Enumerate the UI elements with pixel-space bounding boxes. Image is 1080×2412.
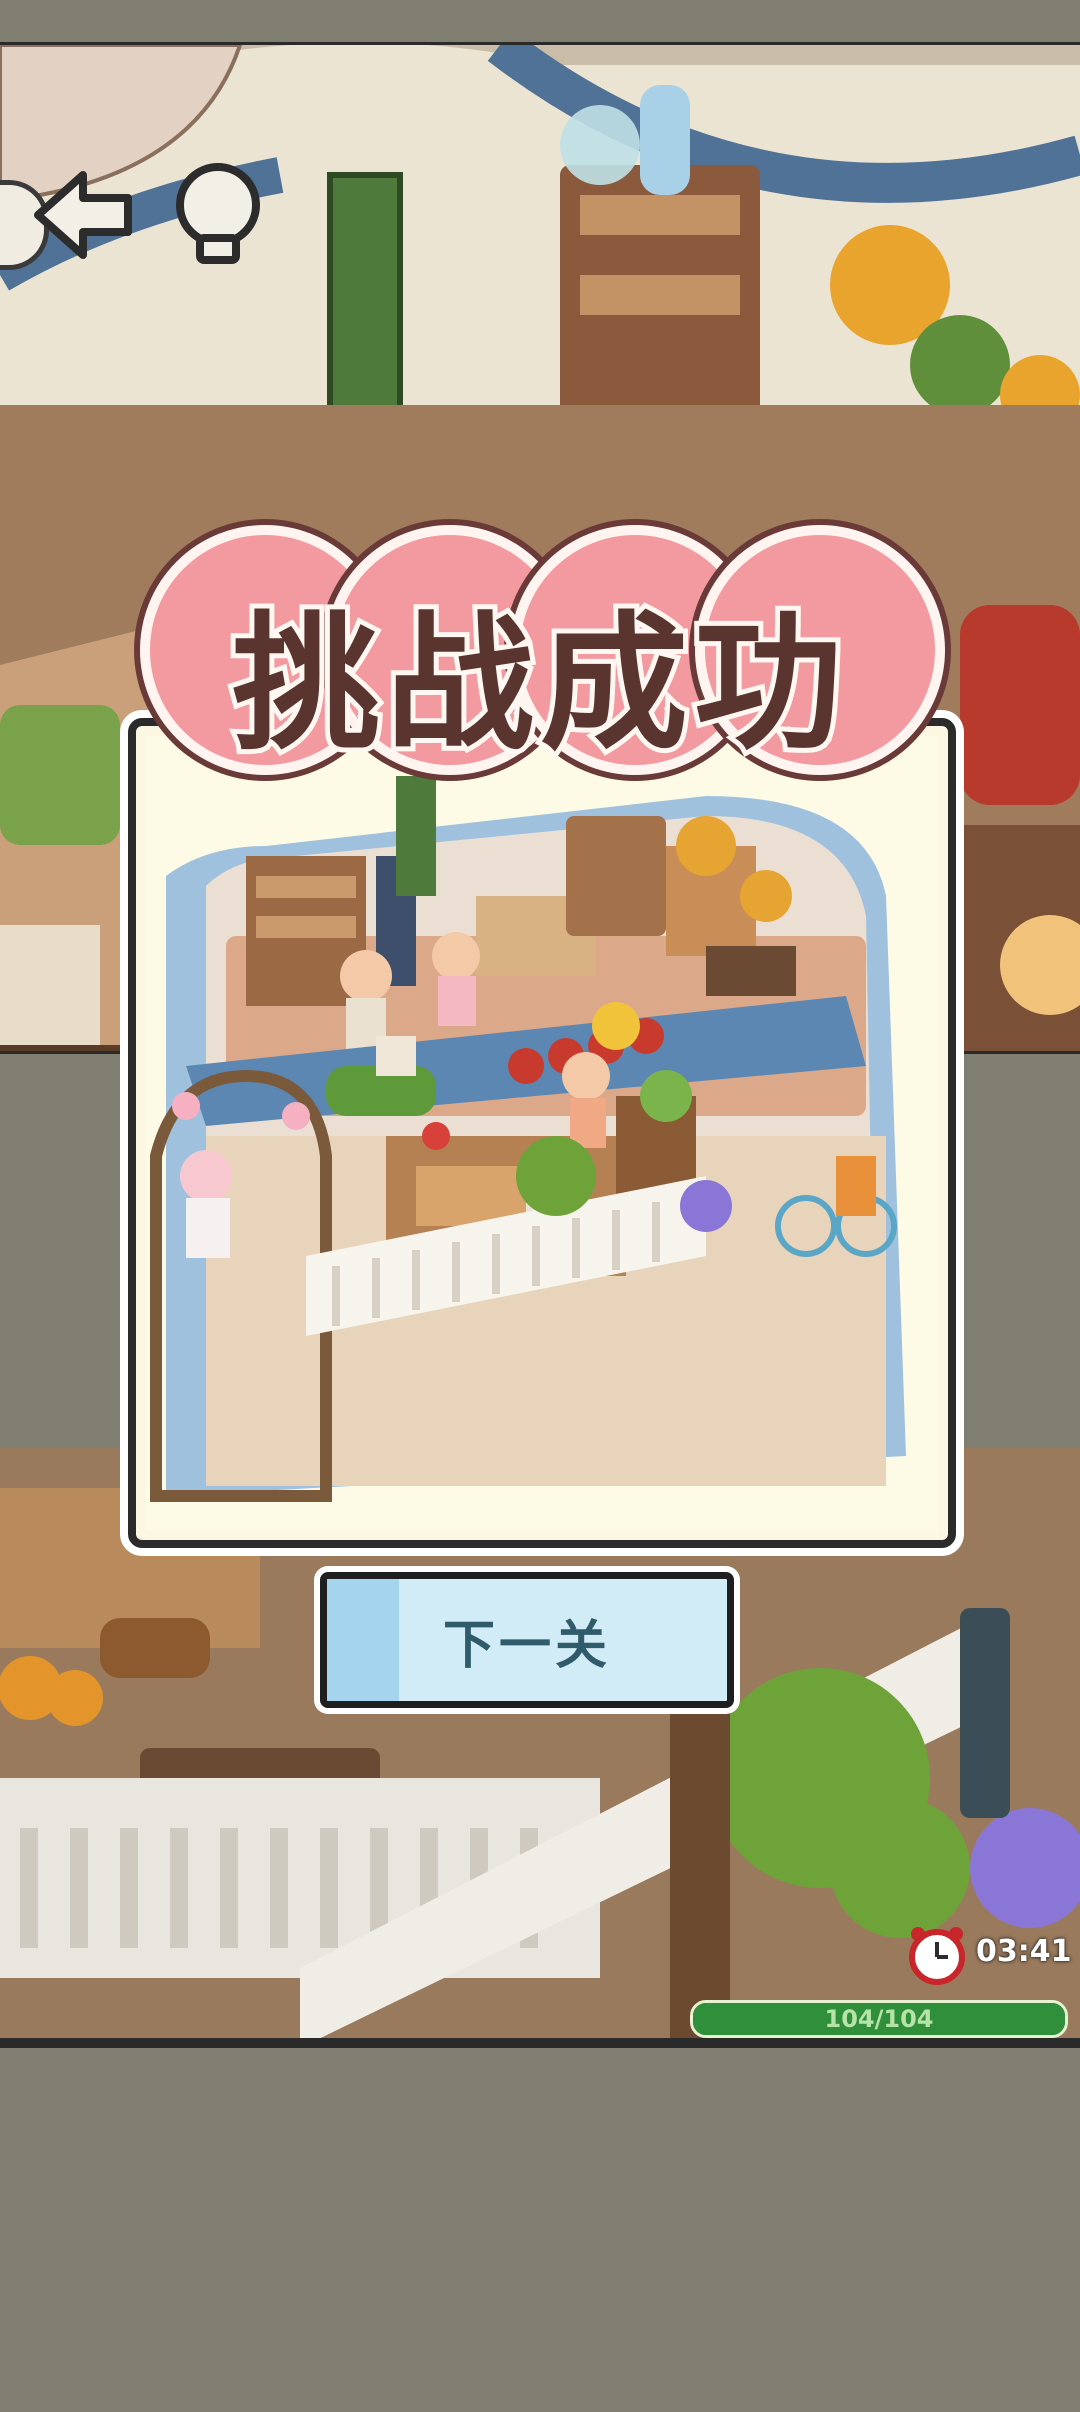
back-button[interactable] xyxy=(28,160,138,270)
hint-button[interactable] xyxy=(168,160,268,270)
next-level-label: 下一关 xyxy=(442,1615,611,1676)
completed-scene-preview xyxy=(128,718,956,1548)
completed-room-image xyxy=(146,736,938,1530)
alarm-clock-icon xyxy=(909,1927,965,1985)
progress-bar: 104/104 xyxy=(690,2000,1068,2038)
result-title-text: 挑战成功 xyxy=(227,593,848,775)
timer-text: 03:41 xyxy=(976,1934,1072,1969)
result-title-banner: 挑战成功 xyxy=(140,525,945,775)
next-level-button[interactable]: 下一关 xyxy=(320,1572,734,1708)
lightbulb-icon xyxy=(176,163,260,264)
progress-text: 104/104 xyxy=(824,2005,934,2033)
top-margin xyxy=(0,0,1080,42)
arrow-left-icon xyxy=(34,171,132,259)
timer: 03:41 xyxy=(906,1922,1076,1992)
